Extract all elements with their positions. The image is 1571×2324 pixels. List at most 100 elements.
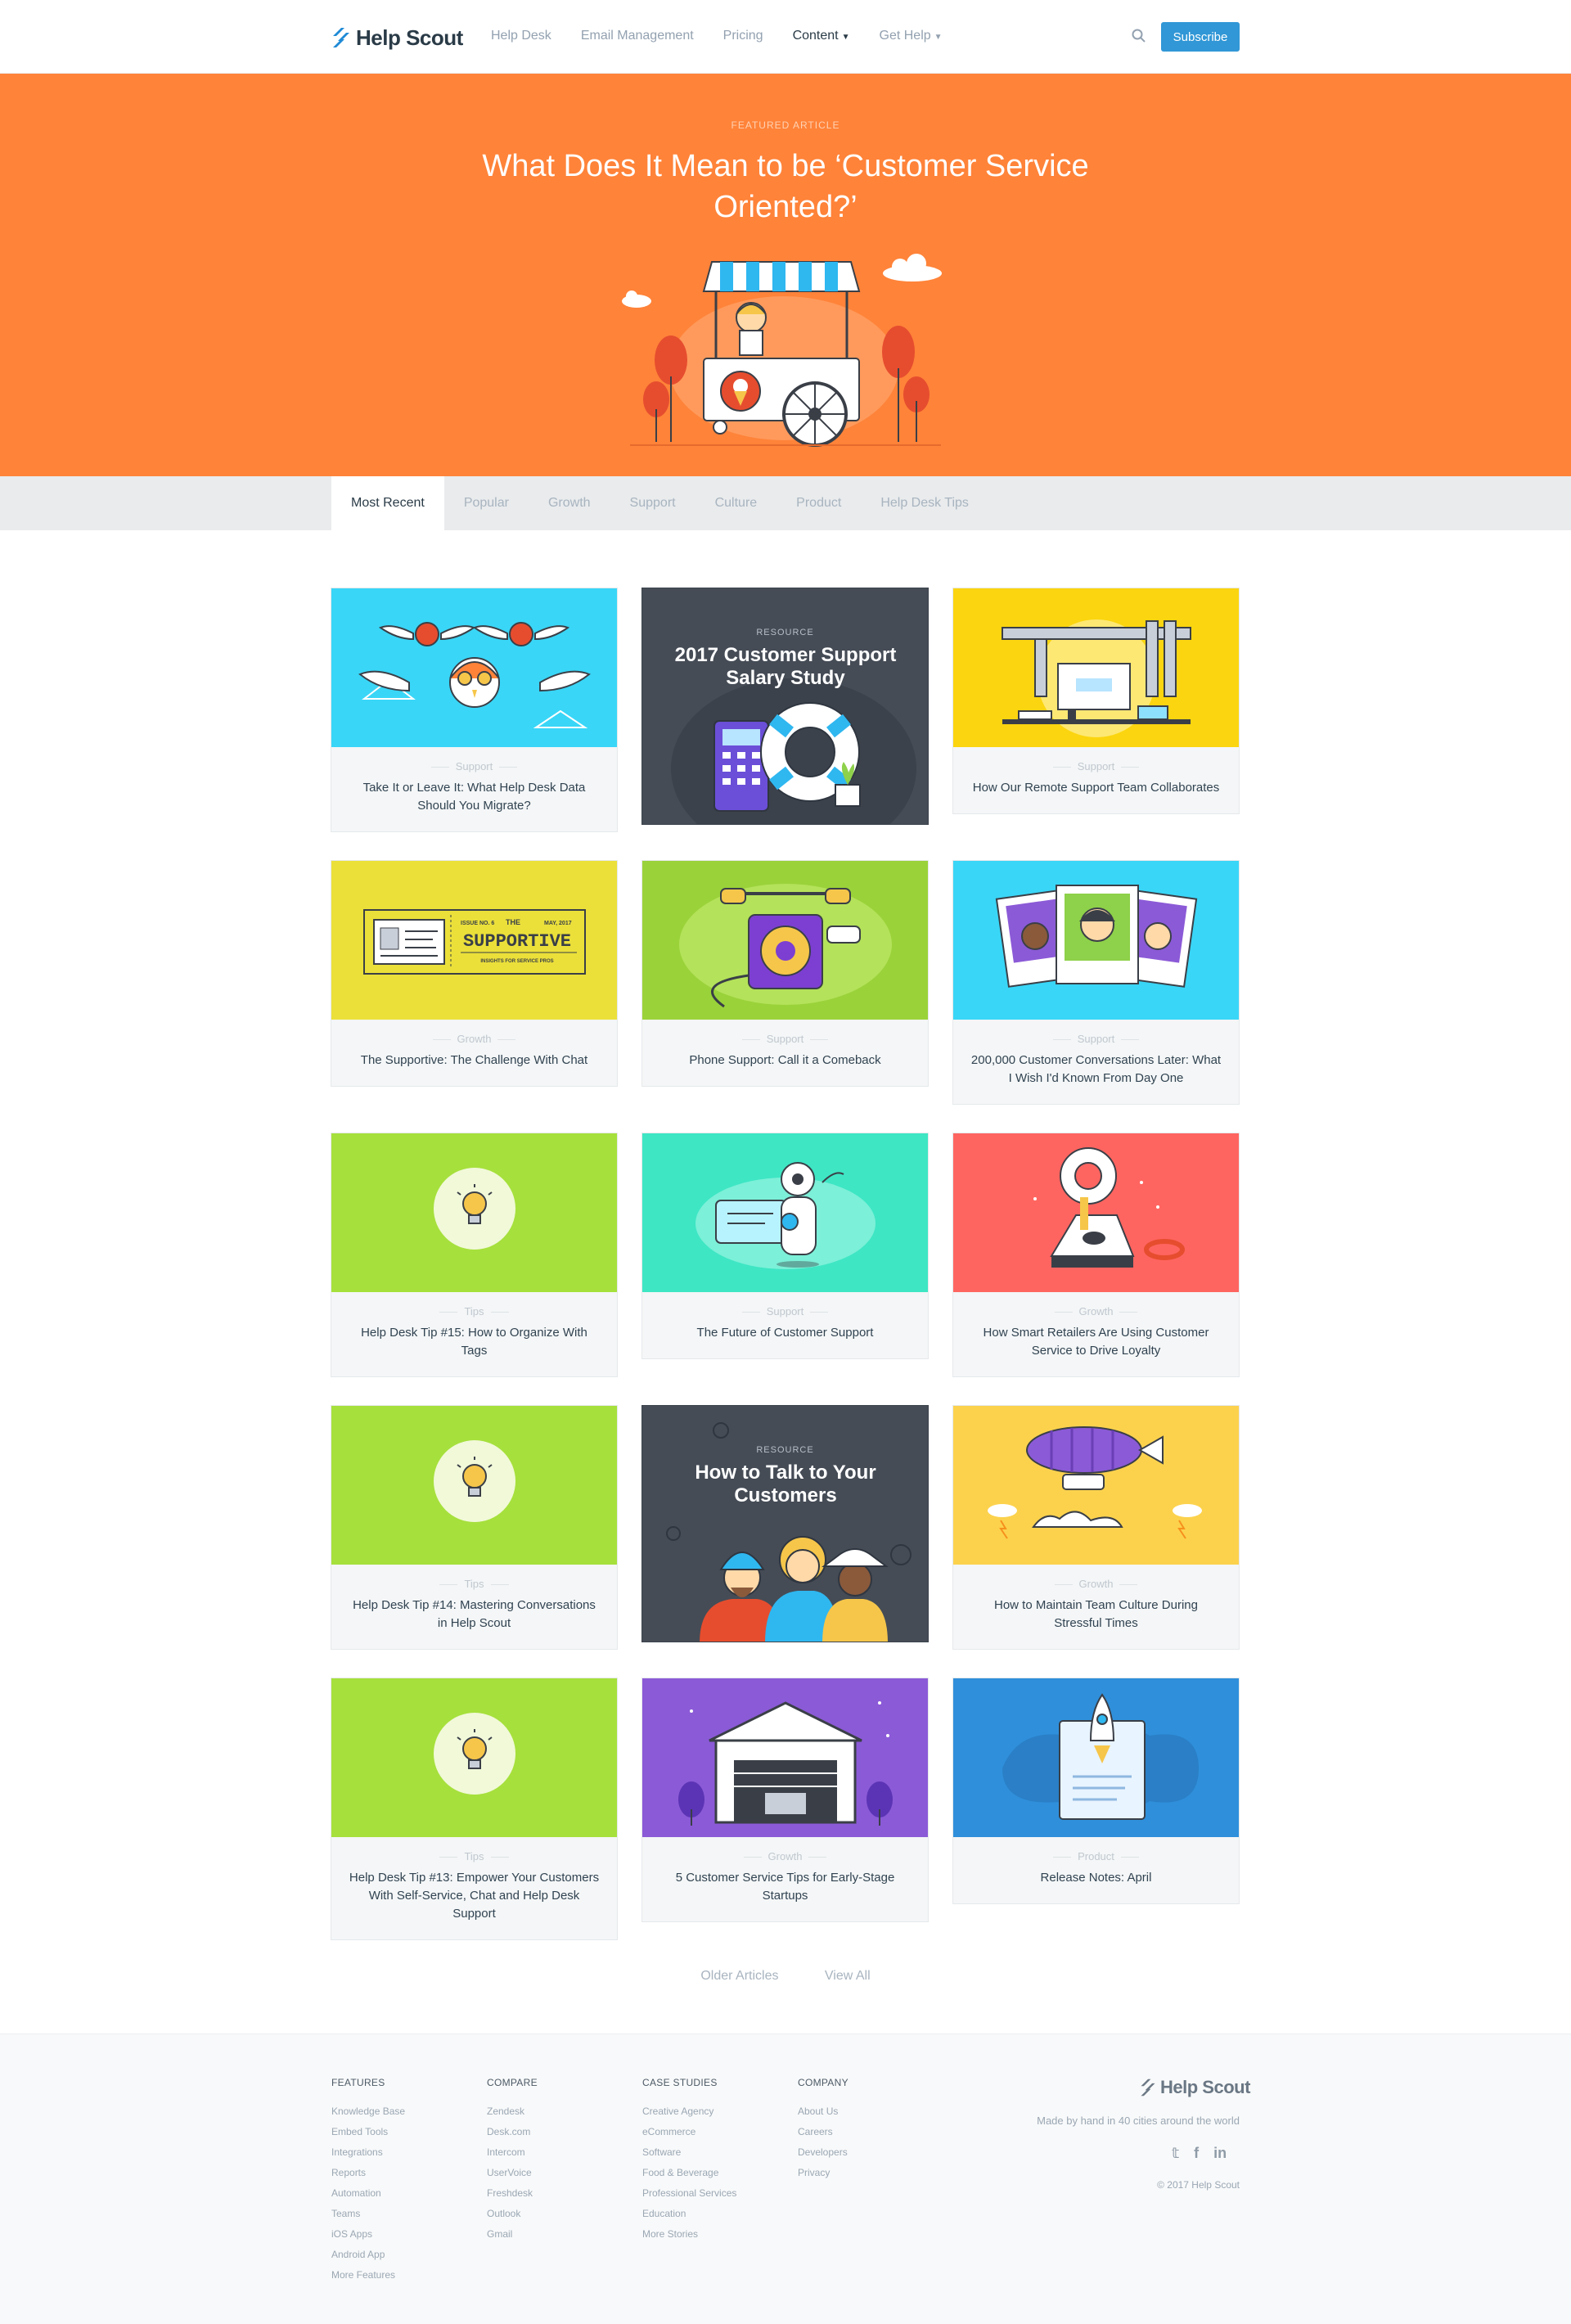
footer-link[interactable]: Gmail (487, 2224, 538, 2245)
article-title[interactable]: Help Desk Tip #14: Mastering Conversatio… (348, 1597, 601, 1633)
remote-workstation-illustration (1002, 619, 1191, 737)
article-thumbnail (953, 1406, 1239, 1565)
issue-label: ISSUE NO. 6 (461, 921, 494, 926)
footer-link[interactable]: Intercom (487, 2142, 538, 2163)
article-meta: Support Take It or Leave It: What Help D… (331, 747, 617, 831)
footer-link[interactable]: Education (642, 2204, 736, 2224)
calculator-lifebuoy-illustration (671, 678, 916, 824)
resource-card[interactable]: RESOURCE 2017 Customer Support Salary St… (641, 588, 929, 825)
search-icon[interactable] (1131, 28, 1147, 44)
article-title[interactable]: How Our Remote Support Team Collaborates (970, 779, 1222, 797)
article-meta: Support How Our Remote Support Team Coll… (953, 747, 1239, 813)
footer-link[interactable]: Zendesk (487, 2101, 538, 2122)
footer-link[interactable]: Teams (331, 2204, 405, 2224)
nav-email-management[interactable]: Email Management (581, 29, 694, 43)
article-category: Support (659, 1033, 912, 1045)
footer-column-compare: COMPARE Zendesk Desk.com Intercom UserVo… (487, 2077, 538, 2245)
article-card[interactable]: Support Take It or Leave It: What Help D… (331, 588, 618, 832)
footer-link[interactable]: Software (642, 2142, 736, 2163)
tab-popular[interactable]: Popular (444, 476, 529, 530)
footer-link[interactable]: iOS Apps (331, 2224, 405, 2245)
footer-link[interactable]: Integrations (331, 2142, 405, 2163)
issue-date-label: MAY, 2017 (544, 921, 572, 926)
article-title[interactable]: How Smart Retailers Are Using Customer S… (970, 1324, 1222, 1360)
article-title[interactable]: Phone Support: Call it a Comeback (659, 1052, 912, 1070)
article-card[interactable]: Support Phone Support: Call it a Comebac… (641, 860, 929, 1087)
footer-link[interactable]: Professional Services (642, 2183, 736, 2204)
footer-link[interactable]: Embed Tools (331, 2122, 405, 2142)
footer-logo[interactable]: Help Scout (1139, 2077, 1250, 2098)
tab-most-recent[interactable]: Most Recent (331, 476, 444, 530)
footer-link[interactable]: Freshdesk (487, 2183, 538, 2204)
nav-content-label: Content (792, 29, 839, 43)
footer-link[interactable]: eCommerce (642, 2122, 736, 2142)
footer-link[interactable]: Desk.com (487, 2122, 538, 2142)
resource-card[interactable]: RESOURCE How to Talk to Your Customers (641, 1405, 929, 1642)
linkedin-icon[interactable]: in (1213, 2145, 1227, 2162)
resource-title[interactable]: How to Talk to Your Customers (667, 1462, 904, 1507)
article-card[interactable]: Tips Help Desk Tip #13: Empower Your Cus… (331, 1678, 618, 1940)
article-card[interactable]: Support 200,000 Customer Conversations L… (952, 860, 1240, 1105)
article-title[interactable]: The Future of Customer Support (659, 1324, 912, 1342)
supportive-wordmark: SUPPORTIVE (463, 931, 571, 952)
phone-lifebuoy-illustration (1033, 1147, 1185, 1268)
facebook-icon[interactable]: f (1194, 2145, 1199, 2162)
article-meta: Tips Help Desk Tip #13: Empower Your Cus… (331, 1837, 617, 1939)
footer-column-features: FEATURES Knowledge Base Embed Tools Inte… (331, 2077, 405, 2286)
tab-support[interactable]: Support (610, 476, 695, 530)
nav-content[interactable]: Content ▼ (793, 29, 850, 43)
older-articles-link[interactable]: Older Articles (700, 1969, 778, 1983)
article-category: Growth (348, 1033, 601, 1045)
footer-link[interactable]: Creative Agency (642, 2101, 736, 2122)
footer-link[interactable]: Developers (798, 2142, 849, 2163)
footer-link[interactable]: Android App (331, 2245, 405, 2265)
article-title[interactable]: 200,000 Customer Conversations Later: Wh… (970, 1052, 1222, 1088)
article-card[interactable]: Support How Our Remote Support Team Coll… (952, 588, 1240, 814)
article-card[interactable]: Tips Help Desk Tip #14: Mastering Conver… (331, 1405, 618, 1650)
article-card[interactable]: Support The Future of Customer Support (641, 1133, 929, 1359)
article-category: Growth (659, 1850, 912, 1862)
article-card[interactable]: Growth How Smart Retailers Are Using Cus… (952, 1133, 1240, 1377)
footer-link[interactable]: Privacy (798, 2163, 849, 2183)
footer-link[interactable]: More Stories (642, 2224, 736, 2245)
footer-link[interactable]: Food & Beverage (642, 2163, 736, 2183)
article-card[interactable]: Growth 5 Customer Service Tips for Early… (641, 1678, 929, 1922)
footer-link[interactable]: About Us (798, 2101, 849, 2122)
help-scout-logo[interactable]: Help Scout (331, 25, 463, 51)
article-title[interactable]: Help Desk Tip #15: How to Organize With … (348, 1324, 601, 1360)
article-title[interactable]: Release Notes: April (970, 1869, 1222, 1887)
article-title[interactable]: The Supportive: The Challenge With Chat (348, 1052, 601, 1070)
footer-link[interactable]: Reports (331, 2163, 405, 2183)
article-title[interactable]: Take It or Leave It: What Help Desk Data… (348, 779, 601, 815)
resource-title[interactable]: 2017 Customer Support Salary Study (667, 644, 904, 690)
footer-link[interactable]: Knowledge Base (331, 2101, 405, 2122)
tab-product[interactable]: Product (776, 476, 861, 530)
subscribe-button[interactable]: Subscribe (1161, 22, 1240, 52)
article-meta: Tips Help Desk Tip #14: Mastering Conver… (331, 1565, 617, 1649)
article-card[interactable]: Tips Help Desk Tip #15: How to Organize … (331, 1133, 618, 1377)
pagination: Older Articles View All (0, 1969, 1571, 1984)
footer-link[interactable]: UserVoice (487, 2163, 538, 2183)
tab-growth[interactable]: Growth (529, 476, 610, 530)
article-card[interactable]: Product Release Notes: April (952, 1678, 1240, 1904)
main-nav: Help Desk Email Management Pricing Conte… (491, 29, 972, 43)
hero-title[interactable]: What Does It Mean to be ‘Customer Servic… (458, 146, 1113, 227)
twitter-icon[interactable]: 𝕥 (1172, 2145, 1179, 2162)
article-category: Support (970, 760, 1222, 772)
tab-help-desk-tips[interactable]: Help Desk Tips (861, 476, 988, 530)
article-title[interactable]: 5 Customer Service Tips for Early-Stage … (659, 1869, 912, 1905)
article-title[interactable]: Help Desk Tip #13: Empower Your Customer… (348, 1869, 601, 1923)
footer-link[interactable]: Automation (331, 2183, 405, 2204)
article-card[interactable]: Growth How to Maintain Team Culture Duri… (952, 1405, 1240, 1650)
footer-link[interactable]: Careers (798, 2122, 849, 2142)
article-card[interactable]: ISSUE NO. 6 MAY, 2017 THE SUPPORTIVE INS… (331, 860, 618, 1087)
footer-link[interactable]: More Features (331, 2265, 405, 2286)
footer-link[interactable]: Outlook (487, 2204, 538, 2224)
nav-pricing[interactable]: Pricing (723, 29, 763, 43)
tab-culture[interactable]: Culture (695, 476, 777, 530)
view-all-link[interactable]: View All (825, 1969, 871, 1983)
nav-get-help[interactable]: Get Help ▼ (880, 29, 943, 43)
article-meta: Tips Help Desk Tip #15: How to Organize … (331, 1292, 617, 1376)
article-title[interactable]: How to Maintain Team Culture During Stre… (970, 1597, 1222, 1633)
nav-help-desk[interactable]: Help Desk (491, 29, 551, 43)
